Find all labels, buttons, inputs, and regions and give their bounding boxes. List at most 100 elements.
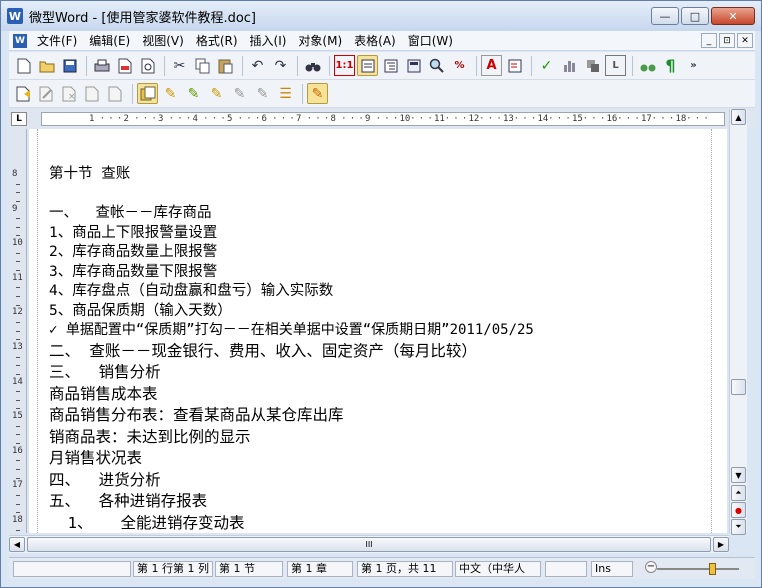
track-changes-icon[interactable] [137, 83, 158, 104]
zoom-icon[interactable] [426, 55, 447, 76]
zoom-slider[interactable] [657, 568, 739, 570]
menu-table[interactable]: 表格(A) [348, 32, 402, 50]
document-area[interactable]: 第十节 查账 一、 查帐－－库存商品 1、商品上下限报警量设置 2、库存商品数量… [29, 129, 727, 533]
font-color-icon[interactable]: A [481, 55, 502, 76]
page-view-icon[interactable]: 1:1 [334, 55, 355, 76]
vertical-ruler-label: 15 [12, 411, 23, 422]
menu-edit[interactable]: 编辑(E) [83, 32, 136, 50]
reject-all-icon[interactable]: ✎ [229, 83, 250, 104]
normal-view-icon[interactable] [357, 55, 378, 76]
ruler-minor-tick: · [134, 114, 140, 124]
vertical-ruler[interactable]: 8 9 10 11 12 13 14 15 16 17 18 [9, 129, 27, 533]
doc-line: 一、 查帐－－库存商品 [49, 205, 212, 221]
accept-all-icon[interactable]: ✎ [206, 83, 227, 104]
undo-icon[interactable]: ↶ [247, 55, 268, 76]
vertical-ruler-tick [16, 469, 20, 470]
menu-window[interactable]: 窗口(W) [402, 32, 459, 50]
vertical-scrollbar[interactable]: ▲ ▼ ⏶ ● ⏷ [729, 109, 747, 535]
status-page: 第 1 页，共 11 [357, 561, 453, 577]
scroll-down-button[interactable]: ▼ [731, 467, 746, 483]
ruler-tick-label: 5 [227, 114, 233, 124]
review-pane-icon[interactable]: ✎ [307, 83, 328, 104]
open-folder-icon[interactable] [36, 55, 57, 76]
browse-object-button[interactable]: ● [731, 502, 746, 518]
next-comment-icon[interactable] [105, 83, 126, 104]
ruler-minor-tick: · [410, 114, 416, 124]
layout-view-icon[interactable] [403, 55, 424, 76]
minimize-button[interactable]: — [651, 7, 679, 25]
doc-line [49, 185, 534, 205]
prev-page-button[interactable]: ⏶ [731, 485, 746, 501]
paste-icon[interactable] [215, 55, 236, 76]
menu-file[interactable]: 文件(F) [31, 32, 83, 50]
menu-format[interactable]: 格式(R) [190, 32, 244, 50]
insert-comment-icon[interactable] [13, 83, 34, 104]
menu-view[interactable]: 视图(V) [136, 32, 190, 50]
doc-close-button[interactable]: ✕ [737, 33, 753, 48]
vertical-ruler-tick [16, 261, 20, 263]
cut-icon[interactable]: ✂ [169, 55, 190, 76]
document-content[interactable]: 第十节 查账 一、 查帐－－库存商品 1、商品上下限报警量设置 2、库存商品数量… [49, 165, 534, 533]
zoom-out-button[interactable]: − [645, 561, 657, 573]
scroll-right-button[interactable]: ▶ [713, 537, 729, 552]
scroll-up-button[interactable]: ▲ [731, 109, 746, 125]
doc-line: 四、 进货分析 [49, 470, 161, 489]
review-toolbar: × ✎ ✎ ✎ ✎ ✎ ☰ ✎ [9, 80, 755, 108]
horizontal-scroll-thumb[interactable]: III [27, 537, 711, 552]
menu-insert[interactable]: 插入(I) [244, 32, 293, 50]
pdf-icon[interactable] [114, 55, 135, 76]
reject-change-icon[interactable]: ✎ [183, 83, 204, 104]
horizontal-ruler[interactable]: 1 · · · 2 · · · 3 · · · 4 · · · 5 · · · 6 · · · 7 · · · 8 · · · 9 · · · 10 · ·… [41, 112, 725, 126]
spellcheck-icon[interactable]: ✓ [536, 55, 557, 76]
document-icon[interactable]: W [13, 33, 27, 48]
print-icon[interactable] [91, 55, 112, 76]
edit-comment-icon[interactable] [36, 83, 57, 104]
prev-comment-icon[interactable] [82, 83, 103, 104]
vertical-ruler-tick [16, 356, 20, 358]
ruler-minor-tick: · [280, 114, 287, 124]
paragraph-mark-icon[interactable]: ¶ [660, 55, 681, 76]
prev-change-icon[interactable]: ✎ [252, 83, 273, 104]
status-insert-mode[interactable]: Ins [591, 561, 633, 577]
ruler-tick-label: 16 [606, 114, 618, 124]
print-preview-icon[interactable] [137, 55, 158, 76]
ruler-minor-tick: · [530, 114, 537, 124]
doc-restore-button[interactable]: ⊡ [719, 33, 735, 48]
next-page-button[interactable]: ⏷ [731, 519, 746, 535]
ruler-minor-tick: · [203, 114, 209, 124]
save-icon[interactable] [59, 55, 80, 76]
ruler-minor-tick: · [237, 114, 244, 124]
horizontal-scrollbar[interactable]: ◀ III ▶ [9, 535, 729, 553]
review-list-icon[interactable]: ☰ [275, 83, 296, 104]
zoom-slider-thumb[interactable] [709, 563, 716, 575]
percent-icon[interactable]: % [449, 55, 470, 76]
delete-comment-icon[interactable]: × [59, 83, 80, 104]
vertical-scroll-thumb[interactable] [731, 379, 746, 395]
vertical-ruler-label: 14 [12, 376, 23, 387]
ruler-minor-tick: · [634, 114, 640, 124]
shape-icon[interactable] [582, 55, 603, 76]
frame-icon[interactable]: L [605, 55, 626, 76]
scroll-left-button[interactable]: ◀ [9, 537, 25, 552]
text-box-icon[interactable] [504, 55, 525, 76]
tab-selector[interactable]: L [11, 112, 27, 126]
vertical-ruler-tick [16, 443, 20, 444]
word-app-icon[interactable]: W [7, 8, 23, 24]
new-doc-icon[interactable] [13, 55, 34, 76]
menu-object[interactable]: 对象(M) [292, 32, 348, 50]
redo-icon[interactable]: ↷ [270, 55, 291, 76]
ruler-minor-tick: · [272, 114, 278, 124]
ruler-minor-tick: · [651, 114, 658, 124]
ruler-tick-label: 17 [641, 114, 652, 124]
close-button[interactable]: ✕ [711, 7, 755, 25]
status-blank-2 [545, 561, 587, 577]
doc-minimize-button[interactable]: _ [701, 33, 717, 48]
chart-icon[interactable] [559, 55, 580, 76]
outline-view-icon[interactable] [380, 55, 401, 76]
accept-change-icon[interactable]: ✎ [160, 83, 181, 104]
copy-icon[interactable] [192, 55, 213, 76]
maximize-button[interactable]: □ [681, 7, 709, 25]
find-icon[interactable] [302, 55, 323, 76]
more-tools-icon[interactable]: » [683, 55, 704, 76]
binoculars-icon[interactable] [637, 55, 658, 76]
